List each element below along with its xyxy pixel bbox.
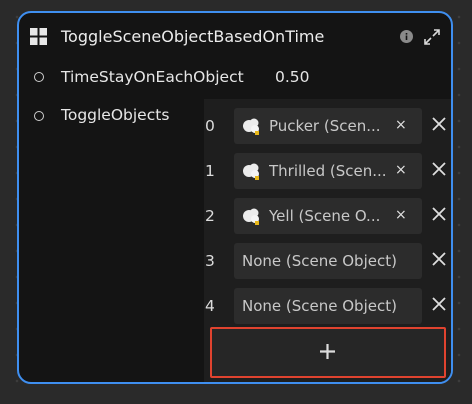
clear-field-button[interactable]: × [395, 162, 407, 178]
scene-object-icon [243, 118, 259, 135]
time-stay-input-port[interactable] [34, 72, 44, 82]
time-stay-label: TimeStayOnEachObject [61, 68, 244, 86]
scene-object-icon [243, 163, 259, 180]
list-item-index: 4 [205, 297, 215, 315]
clear-field-button[interactable]: × [395, 207, 407, 223]
remove-item-icon[interactable] [431, 206, 447, 222]
scene-object-value: Thrilled (Scen... [269, 162, 387, 180]
plus-icon [320, 344, 335, 359]
toggle-objects-input-port[interactable] [34, 111, 44, 121]
remove-item-icon[interactable] [431, 161, 447, 177]
expand-icon[interactable] [423, 28, 441, 46]
list-item-index: 3 [205, 252, 215, 270]
node-header[interactable]: ToggleSceneObjectBasedOnTime [19, 13, 451, 61]
scene-object-field[interactable]: Pucker (Scen... × [234, 108, 422, 144]
scene-object-field[interactable]: None (Scene Object) [234, 288, 422, 324]
remove-item-icon[interactable] [431, 296, 447, 312]
scene-object-value: Pucker (Scen... [269, 117, 381, 135]
list-item-index: 2 [205, 207, 215, 225]
remove-item-icon[interactable] [431, 251, 447, 267]
add-list-item-button[interactable] [210, 327, 446, 378]
toggle-objects-label: ToggleObjects [61, 106, 170, 124]
time-stay-value[interactable]: 0.50 [275, 68, 310, 86]
remove-item-icon[interactable] [431, 116, 447, 132]
scene-object-value: None (Scene Object) [242, 252, 397, 270]
scene-object-field[interactable]: Thrilled (Scen... × [234, 153, 422, 189]
scene-object-field[interactable]: Yell (Scene O... × [234, 198, 422, 234]
node-title: ToggleSceneObjectBasedOnTime [61, 27, 325, 46]
list-item-index: 1 [205, 162, 215, 180]
toggle-scene-object-node[interactable]: ToggleSceneObjectBasedOnTime TimeStayOnE… [17, 11, 453, 384]
scene-object-value: None (Scene Object) [242, 297, 397, 315]
info-icon[interactable] [400, 30, 413, 43]
list-item-index: 0 [205, 117, 215, 135]
scene-object-icon [243, 208, 259, 225]
scene-object-field[interactable]: None (Scene Object) [234, 243, 422, 279]
grid-icon [30, 28, 47, 45]
clear-field-button[interactable]: × [395, 117, 407, 133]
scene-object-value: Yell (Scene O... [269, 207, 381, 225]
